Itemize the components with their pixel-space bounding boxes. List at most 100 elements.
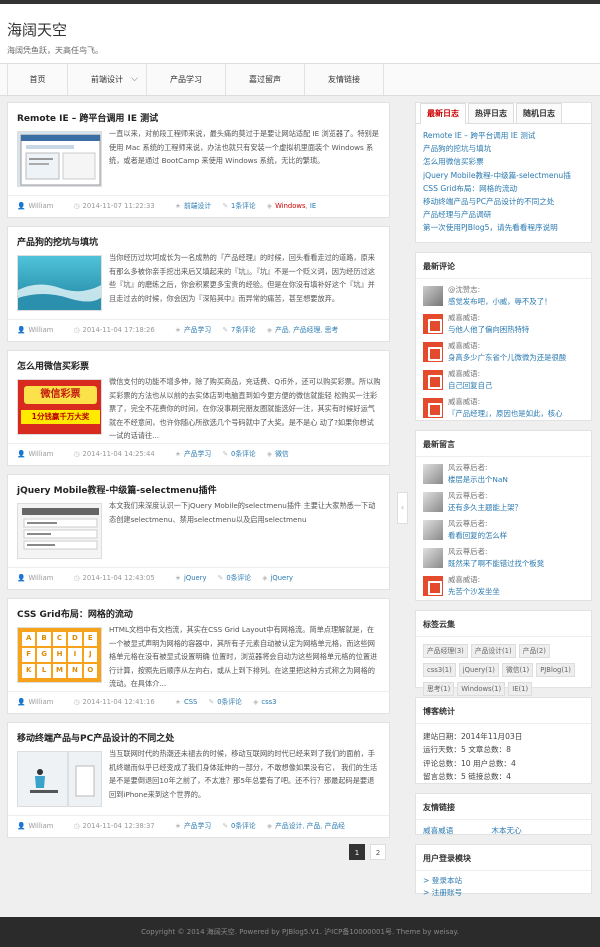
avatar xyxy=(423,492,443,512)
recent-post-link[interactable]: jQuery Mobile教程-中级篇-selectmenu插 xyxy=(423,171,571,180)
chevron-down-icon: ⌵ xyxy=(131,74,138,84)
post-category[interactable]: 产品学习 xyxy=(184,822,211,830)
post-tag[interactable]: 产品 xyxy=(275,326,289,334)
recent-post-link[interactable]: 怎么用微信买彩票 xyxy=(423,157,484,166)
comment-author: @沈赞志: xyxy=(448,285,481,294)
post-category[interactable]: jQuery xyxy=(184,574,207,582)
post-comments[interactable]: 0条评论 xyxy=(231,822,256,830)
tag-cloud-item[interactable]: jQuery(1) xyxy=(458,663,499,677)
post-tag[interactable]: 产品设计 xyxy=(275,822,302,830)
post-category[interactable]: 产品学习 xyxy=(184,450,211,458)
post-comments[interactable]: 0条评论 xyxy=(231,450,256,458)
widget-title: 博客统计 xyxy=(416,698,591,724)
avatar xyxy=(423,548,443,568)
recent-post-link[interactable]: Remote IE – 跨平台调用 IE 测试 xyxy=(423,131,535,140)
comment-text[interactable]: 身高多少广东省个儿微微为还是很酸 xyxy=(448,353,566,362)
post-title[interactable]: jQuery Mobile教程-中级篇-selectmenu插件 xyxy=(17,483,217,496)
post-title[interactable]: 产品狗的挖坑与填坑 xyxy=(17,235,98,248)
tab-random[interactable]: 随机日志 xyxy=(516,103,562,123)
nav-item-frontend[interactable]: 前端设计 ⌵ xyxy=(68,64,147,95)
tag-cloud-item[interactable]: 微信(1) xyxy=(501,663,534,677)
post-tag[interactable]: 微信 xyxy=(275,450,289,458)
post-thumbnail[interactable] xyxy=(17,751,102,807)
post-comments[interactable]: 0条评论 xyxy=(226,574,251,582)
post-tag[interactable]: jQuery xyxy=(271,574,294,582)
friend-link[interactable]: 木本无心 xyxy=(491,825,521,836)
main-nav: 首页 前端设计 ⌵ 产品学习 嘉过留声 友情链接 xyxy=(0,64,600,96)
tag-cloud-item[interactable]: IE(1) xyxy=(508,682,533,696)
post-thumbnail[interactable]: 微信彩票 1分钱赢千万大奖 xyxy=(17,379,102,435)
nav-item-product[interactable]: 产品学习 xyxy=(147,64,226,95)
tag-cloud-item[interactable]: 产品设计(1) xyxy=(470,644,516,658)
widget-title: 友情链接 xyxy=(416,794,591,820)
post-tag[interactable]: 思考 xyxy=(325,326,339,334)
post-author: William xyxy=(28,326,54,334)
recent-post-link[interactable]: 产品经理与产品调研 xyxy=(423,210,491,219)
nav-item-home[interactable]: 首页 xyxy=(7,64,68,95)
page-2-button[interactable]: 2 xyxy=(370,844,386,860)
nav-item-guestbook[interactable]: 嘉过留声 xyxy=(226,64,305,95)
page-1-button[interactable]: 1 xyxy=(349,844,365,860)
post-category[interactable]: CSS xyxy=(184,698,197,706)
star-icon: ★ xyxy=(174,450,181,458)
nav-item-links[interactable]: 友情链接 xyxy=(305,64,384,95)
message-text[interactable]: 看看回复的怎么样 xyxy=(448,531,507,540)
sidebar-toggle-icon[interactable]: ‹ xyxy=(397,492,408,524)
tag-cloud-item[interactable]: PJBlog(1) xyxy=(536,663,575,677)
comment-text[interactable]: 与他人他了偏向困热特特 xyxy=(448,325,529,334)
user-icon: 👤 xyxy=(17,202,26,210)
post-comments[interactable]: 0条评论 xyxy=(217,698,242,706)
message-text[interactable]: 还有多久主题能上架？ xyxy=(448,503,522,512)
tag-cloud-item[interactable]: 产品(2) xyxy=(518,644,550,658)
login-link[interactable]: > 登录本站 xyxy=(423,876,462,885)
site-title[interactable]: 海阔天空 xyxy=(7,19,593,40)
post-thumbnail[interactable]: ABCDE FGHIJ KLMNO xyxy=(17,627,102,683)
comment-text[interactable]: 『产品经理』，原因也是如此，核心 xyxy=(448,409,563,418)
post-thumbnail[interactable] xyxy=(17,255,102,311)
post-comments[interactable]: 1条评论 xyxy=(231,202,256,210)
tag-cloud-item[interactable]: 产品经理(3) xyxy=(423,644,468,658)
post-card: Remote IE – 跨平台调用 IE 测试 一直以来，对前段工程师来说，最头… xyxy=(7,102,390,218)
comment-text[interactable]: 感觉发布吧，小威，辱不及了！ xyxy=(448,297,551,306)
clock-icon: ◷ xyxy=(73,326,80,334)
tab-latest[interactable]: 最新日志 xyxy=(420,103,466,124)
post-title[interactable]: CSS Grid布局：网格的流动 xyxy=(17,607,133,620)
recent-post-link[interactable]: 移动终端产品与PC产品设计的不同之处 xyxy=(423,197,554,206)
post-date: 2014-11-04 12:38:37 xyxy=(82,822,155,830)
stat-line: 留言总数：5 链接总数：4 xyxy=(423,772,512,782)
comment-text[interactable]: 自己回复自己 xyxy=(448,381,492,390)
message-text[interactable]: 楼层是示出个NaN xyxy=(448,475,508,484)
post-thumbnail[interactable] xyxy=(17,503,102,559)
tag-cloud-item[interactable]: 思考(1) xyxy=(423,682,455,696)
post-category[interactable]: 前端设计 xyxy=(184,202,211,210)
register-link[interactable]: > 注册账号 xyxy=(423,888,462,897)
message-text[interactable]: 既然来了啊不能错过找个板凳 xyxy=(448,559,544,568)
post-thumbnail[interactable] xyxy=(17,131,102,187)
post-category[interactable]: 产品学习 xyxy=(184,326,211,334)
message-text[interactable]: 先苦个沙发坐坐 xyxy=(448,587,500,596)
message-author: 风云尊后者: xyxy=(448,463,488,472)
message-item: 风云尊后者: 既然来了啊不能错过找个板凳 xyxy=(416,544,591,572)
post-comments[interactable]: 7条评论 xyxy=(231,326,256,334)
post-title[interactable]: 怎么用微信买彩票 xyxy=(17,359,89,372)
tag-cloud-item[interactable]: css3(1) xyxy=(423,663,456,677)
post-tag[interactable]: 产品经理 xyxy=(293,326,320,334)
post-tag[interactable]: css3 xyxy=(261,698,276,706)
star-icon: ★ xyxy=(174,822,181,830)
post-excerpt: 当互联网时代的热潮还未褪去的时候，移动互联网的时代已经来到了我们的面前，手机终端… xyxy=(109,749,378,799)
comment-item: 威喜威语: 自己回复自己 xyxy=(416,366,591,394)
recent-post-link[interactable]: 第一次使用PJBlog5，请先看看程序说明 xyxy=(423,223,558,232)
post-title[interactable]: 移动终端产品与PC产品设计的不同之处 xyxy=(17,731,174,744)
friend-link[interactable]: 威喜威语 xyxy=(423,825,453,836)
post-tag[interactable]: Windows xyxy=(275,202,305,210)
recent-post-link[interactable]: CSS Grid布局：网格的流动 xyxy=(423,184,517,193)
post-tag[interactable]: 产品 xyxy=(307,822,321,830)
site-header: 海阔天空 海阔凭鱼跃，天高任鸟飞。 xyxy=(0,4,600,64)
tag-cloud-item[interactable]: Windows(1) xyxy=(457,682,506,696)
comment-item: 威喜威语: 与他人他了偏向困热特特 xyxy=(416,310,591,338)
post-title[interactable]: Remote IE – 跨平台调用 IE 测试 xyxy=(17,111,158,124)
recent-post-link[interactable]: 产品狗的挖坑与填坑 xyxy=(423,144,491,153)
post-tag[interactable]: IE xyxy=(310,202,316,210)
tab-popular[interactable]: 热评日志 xyxy=(468,103,514,123)
post-tag[interactable]: 产品经 xyxy=(325,822,345,830)
